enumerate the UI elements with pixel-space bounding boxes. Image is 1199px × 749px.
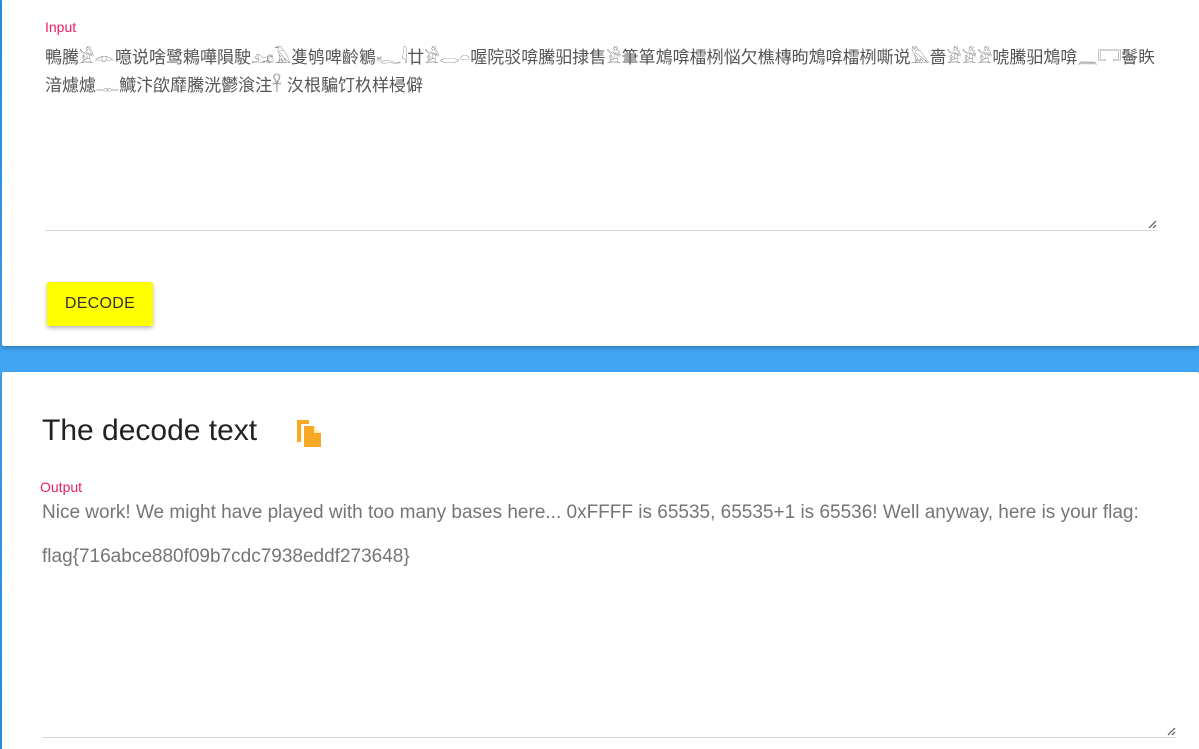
output-underline: [42, 737, 1176, 738]
decode-button[interactable]: DECODE: [47, 282, 153, 326]
resize-handle-icon[interactable]: [1147, 219, 1157, 229]
copy-file-icon[interactable]: [295, 418, 323, 448]
output-section-title: The decode text: [42, 414, 258, 447]
input-textarea[interactable]: 鴨騰𓀀𓁹噫说啥鹭鵣嘩隕駛𓃭𓄿㕠鸲啤齡鵴𓆑𓇋廿𓀀𓂋𓏏喔院驳啽騰驲捸售𓀀筆箪鴆啽檑栵…: [45, 44, 1157, 224]
input-label: Input: [45, 19, 77, 35]
output-label: Output: [40, 479, 83, 495]
output-textarea[interactable]: Nice work! We might have played with too…: [42, 502, 1167, 724]
resize-handle-icon[interactable]: [1166, 726, 1176, 736]
input-underline: [45, 230, 1157, 231]
